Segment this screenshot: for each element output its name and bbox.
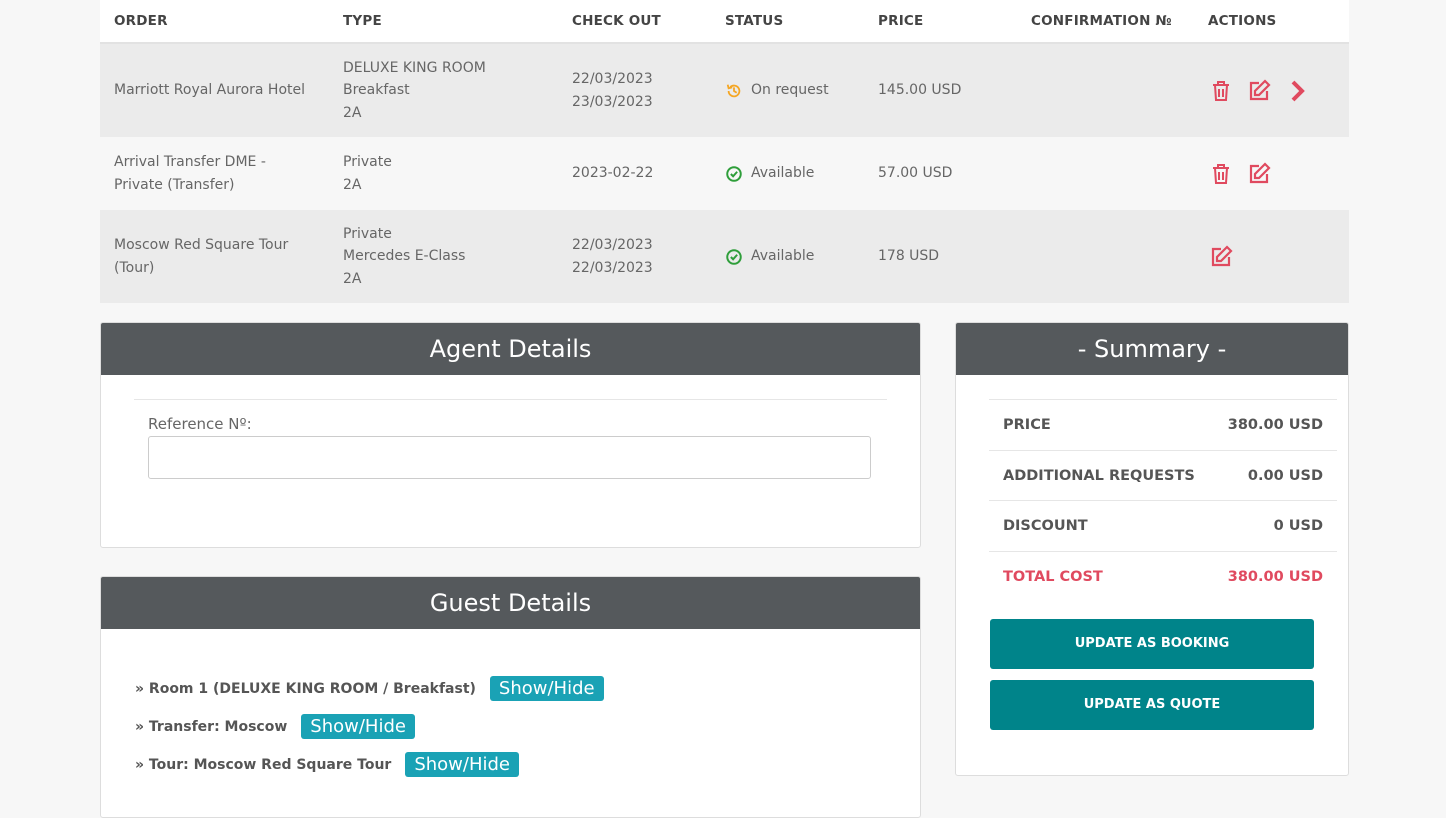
guest-item-room: » Room 1 (DELUXE KING ROOM / Breakfast) … bbox=[135, 676, 604, 701]
table-row: Marriott Royal Aurora Hotel DELUXE KING … bbox=[100, 43, 1349, 137]
update-as-quote-button[interactable]: UPDATE AS QUOTE bbox=[990, 680, 1314, 730]
update-as-booking-button[interactable]: UPDATE AS BOOKING bbox=[990, 619, 1314, 669]
checkout-cell: 22/03/2023 23/03/2023 bbox=[558, 43, 711, 137]
type-cell: DELUXE KING ROOM Breakfast 2A bbox=[329, 43, 558, 137]
agent-details-panel: Agent Details Reference Nº: bbox=[100, 322, 921, 548]
summary-label: PRICE bbox=[1003, 416, 1051, 433]
col-price-header: PRICE bbox=[864, 0, 1017, 44]
order-cell: Moscow Red Square Tour (Tour) bbox=[100, 210, 329, 303]
price-cell: 178 USD bbox=[864, 210, 1017, 303]
checkout-date: 22/03/2023 bbox=[572, 237, 653, 253]
guest-item-transfer: » Transfer: Moscow Show/Hide bbox=[135, 714, 415, 739]
order-name: (Tour) bbox=[114, 259, 155, 276]
price-cell: 57.00 USD bbox=[864, 137, 1017, 210]
col-type-header: TYPE bbox=[329, 0, 558, 44]
table-row: Moscow Red Square Tour (Tour) Private Me… bbox=[100, 210, 1349, 303]
order-name: Private (Transfer) bbox=[114, 176, 235, 193]
order-name: Moscow Red Square Tour bbox=[114, 237, 289, 253]
summary-label: TOTAL COST bbox=[1003, 568, 1103, 585]
summary-value: 0 USD bbox=[1273, 517, 1323, 534]
order-cell: Arrival Transfer DME - Private (Transfer… bbox=[100, 137, 329, 210]
confirmation-cell bbox=[1017, 137, 1194, 210]
guest-details-title: Guest Details bbox=[101, 577, 920, 629]
type-line: 2A bbox=[343, 104, 362, 121]
edit-icon[interactable] bbox=[1208, 244, 1234, 270]
table-row: Arrival Transfer DME - Private (Transfer… bbox=[100, 137, 1349, 210]
price-cell: 145.00 USD bbox=[864, 43, 1017, 137]
summary-label: DISCOUNT bbox=[1003, 517, 1088, 534]
check-circle-icon bbox=[726, 248, 742, 265]
guest-details-panel: Guest Details » Room 1 (DELUXE KING ROOM… bbox=[100, 576, 921, 818]
order-name: Arrival Transfer DME - bbox=[114, 154, 266, 170]
agent-details-title: Agent Details bbox=[101, 323, 920, 375]
guest-item-label: » Tour: Moscow Red Square Tour bbox=[135, 756, 392, 773]
type-line: Private bbox=[343, 154, 392, 170]
col-checkout-header: CHECK OUT bbox=[558, 0, 711, 44]
summary-value: 380.00 USD bbox=[1227, 568, 1323, 585]
status-cell: Available bbox=[711, 137, 864, 210]
show-hide-button[interactable]: Show/Hide bbox=[405, 752, 519, 777]
status-cell: Available bbox=[711, 210, 864, 303]
type-line: Mercedes E-Class bbox=[343, 248, 466, 265]
clock-history-icon bbox=[726, 83, 741, 97]
summary-value: 380.00 USD bbox=[1227, 416, 1323, 433]
summary-value: 0.00 USD bbox=[1247, 467, 1323, 484]
actions-cell bbox=[1194, 137, 1349, 210]
checkout-date: 22/03/2023 bbox=[572, 71, 653, 87]
col-order-header: ORDER bbox=[100, 0, 329, 44]
order-name: Marriott Royal Aurora Hotel bbox=[114, 82, 306, 99]
col-actions-header: ACTIONS bbox=[1194, 0, 1349, 44]
col-status-header: STATUS bbox=[711, 0, 864, 44]
confirmation-cell bbox=[1017, 210, 1194, 303]
status-text: Available bbox=[751, 165, 815, 182]
checkout-cell: 2023-02-22 bbox=[558, 137, 711, 210]
guest-item-label: » Room 1 (DELUXE KING ROOM / Breakfast) bbox=[135, 680, 476, 697]
show-hide-button[interactable]: Show/Hide bbox=[489, 676, 604, 701]
reference-input[interactable] bbox=[148, 436, 871, 479]
type-line: Breakfast bbox=[343, 82, 410, 99]
checkout-cell: 22/03/2023 22/03/2023 bbox=[558, 210, 711, 303]
summary-title: - Summary - bbox=[956, 323, 1348, 375]
show-hide-button[interactable]: Show/Hide bbox=[301, 714, 415, 739]
type-line: 2A bbox=[343, 270, 362, 287]
type-cell: Private Mercedes E-Class 2A bbox=[329, 210, 558, 303]
trash-icon[interactable] bbox=[1208, 161, 1234, 187]
guest-item-label: » Transfer: Moscow bbox=[135, 718, 288, 735]
guest-item-tour: » Tour: Moscow Red Square Tour Show/Hide bbox=[135, 752, 519, 777]
summary-panel: - Summary - PRICE 380.00 USD ADDITIONAL … bbox=[955, 322, 1349, 776]
summary-row-price: PRICE 380.00 USD bbox=[989, 399, 1337, 449]
status: Available bbox=[725, 245, 864, 268]
status-text: Available bbox=[751, 248, 815, 265]
type-line: 2A bbox=[343, 176, 362, 193]
edit-icon[interactable] bbox=[1246, 161, 1272, 187]
col-confirmation-header: CONFIRMATION № bbox=[1017, 0, 1194, 44]
divider bbox=[134, 399, 887, 400]
status-cell: On request bbox=[711, 43, 864, 137]
summary-row-additional: ADDITIONAL REQUESTS 0.00 USD bbox=[989, 450, 1337, 500]
table-header-row: ORDER TYPE CHECK OUT STATUS PRICE CONFIR… bbox=[100, 0, 1349, 44]
status: On request bbox=[725, 79, 864, 102]
checkout-date: 2023-02-22 bbox=[572, 165, 654, 182]
check-circle-icon bbox=[726, 165, 742, 182]
checkout-date: 22/03/2023 bbox=[572, 259, 653, 276]
summary-row-total: TOTAL COST 380.00 USD bbox=[989, 551, 1337, 601]
actions-cell bbox=[1194, 210, 1349, 303]
actions-cell bbox=[1194, 43, 1349, 137]
type-line: Private bbox=[343, 225, 392, 242]
checkout-date: 23/03/2023 bbox=[572, 93, 653, 110]
type-cell: Private 2A bbox=[329, 137, 558, 210]
summary-label: ADDITIONAL REQUESTS bbox=[1003, 467, 1195, 484]
trash-icon[interactable] bbox=[1208, 78, 1234, 104]
edit-icon[interactable] bbox=[1246, 78, 1272, 104]
summary-row-discount: DISCOUNT 0 USD bbox=[989, 500, 1337, 550]
status: Available bbox=[725, 162, 864, 185]
type-line: DELUXE KING ROOM bbox=[343, 59, 486, 76]
confirmation-cell bbox=[1017, 43, 1194, 137]
reference-label: Reference Nº: bbox=[148, 415, 252, 433]
status-text: On request bbox=[751, 82, 829, 99]
order-cell: Marriott Royal Aurora Hotel bbox=[100, 43, 329, 137]
orders-table: ORDER TYPE CHECK OUT STATUS PRICE CONFIR… bbox=[100, 0, 1349, 303]
chevron-right-icon[interactable] bbox=[1284, 78, 1310, 104]
